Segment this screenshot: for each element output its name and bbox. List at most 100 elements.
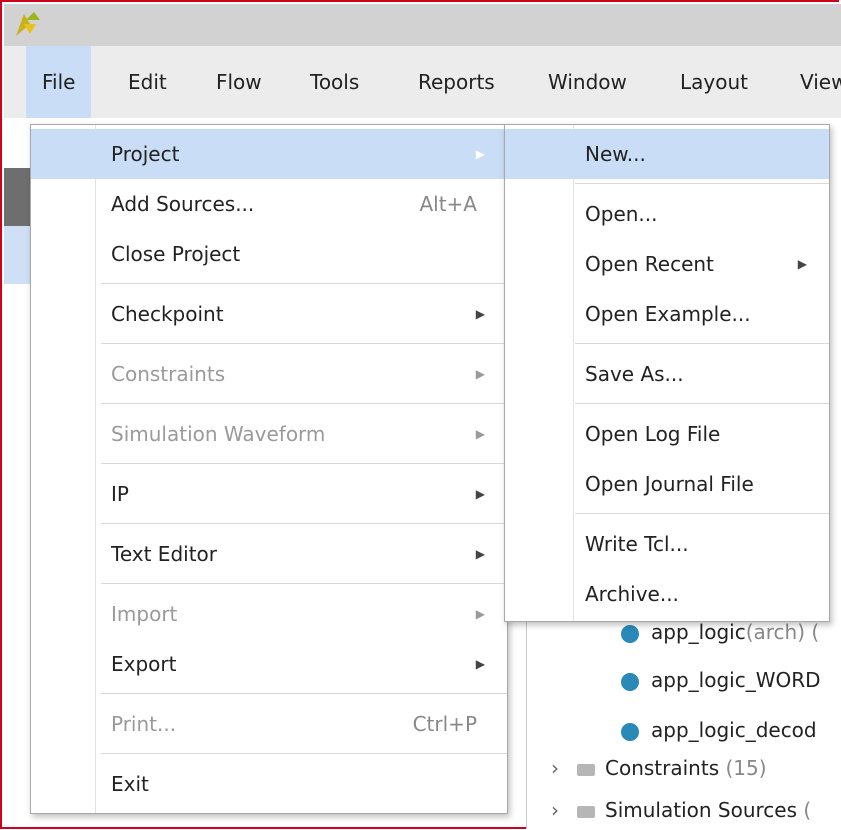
tree-row-simulation-sources[interactable]: › Simulation Sources ( [551, 790, 811, 830]
menu-view-label: View [800, 70, 841, 94]
menu-item-label: Write Tcl... [585, 532, 689, 556]
submenu-arrow-icon: ▶ [475, 367, 485, 381]
submenu-arrow-icon: ▶ [475, 657, 485, 671]
menu-item-project[interactable]: Project ▶ [31, 129, 507, 179]
menu-item-import[interactable]: Import ▶ [31, 589, 507, 639]
menu-item-save-as[interactable]: Save As... [505, 349, 829, 399]
menu-separator [575, 343, 829, 344]
menu-tools-label: Tools [310, 70, 360, 94]
menu-item-archive[interactable]: Archive... [505, 569, 829, 619]
menu-item-write-tcl[interactable]: Write Tcl... [505, 519, 829, 569]
menu-item-checkpoint[interactable]: Checkpoint ▶ [31, 289, 507, 339]
menu-separator [101, 753, 507, 754]
menu-separator [575, 403, 829, 404]
menu-item-open-journal-file[interactable]: Open Journal File [505, 459, 829, 509]
menu-item-label: New... [585, 142, 646, 166]
menu-item-label: Open Journal File [585, 472, 754, 496]
submenu-arrow-icon: ▶ [475, 427, 485, 441]
menu-window-label: Window [548, 70, 627, 94]
menu-item-export[interactable]: Export ▶ [31, 639, 507, 689]
menu-item-new[interactable]: New... [505, 129, 829, 179]
menu-separator [101, 343, 507, 344]
menu-separator [575, 183, 829, 184]
app-logo-icon [16, 12, 40, 36]
menu-tools[interactable]: Tools [294, 46, 375, 118]
menu-item-open-recent[interactable]: Open Recent ▶ [505, 239, 829, 289]
menu-item-label: Text Editor [111, 542, 217, 566]
menu-item-add-sources[interactable]: Add Sources... Alt+A [31, 179, 507, 229]
tree-row-name: app_logic [651, 620, 746, 644]
background-panel-header [4, 168, 32, 226]
menu-separator [101, 523, 507, 524]
menu-window[interactable]: Window [532, 46, 643, 118]
menu-file[interactable]: File [26, 46, 92, 118]
menu-item-open-log-file[interactable]: Open Log File [505, 409, 829, 459]
folder-icon [577, 763, 595, 776]
submenu-arrow-icon: ▶ [475, 547, 485, 561]
menu-item-label: Open Log File [585, 422, 721, 446]
menu-item-simulation-waveform[interactable]: Simulation Waveform ▶ [31, 409, 507, 459]
menu-separator [101, 403, 507, 404]
submenu-arrow-icon: ▶ [475, 487, 485, 501]
tree-row[interactable]: app_logic_WORD [621, 660, 821, 700]
tree-row-constraints[interactable]: › Constraints (15) [551, 748, 767, 788]
menu-item-label: IP [111, 482, 129, 506]
tree-row-name: Constraints [605, 756, 720, 780]
chevron-right-icon[interactable]: › [551, 790, 571, 830]
file-menu: Project ▶ Add Sources... Alt+A Close Pro… [30, 124, 508, 814]
menu-separator [575, 513, 829, 514]
menu-separator [101, 463, 507, 464]
menu-item-print[interactable]: Print... Ctrl+P [31, 699, 507, 749]
menu-item-ip[interactable]: IP ▶ [31, 469, 507, 519]
menu-item-label: Open... [585, 202, 658, 226]
menu-view[interactable]: View [784, 46, 841, 118]
title-bar [4, 4, 841, 46]
menu-item-open-example[interactable]: Open Example... [505, 289, 829, 339]
source-dot-icon [621, 624, 639, 643]
menu-item-label: Print... [111, 712, 177, 736]
menu-item-shortcut: Alt+A [419, 192, 477, 216]
menu-bar: File Edit Flow Tools Reports Window Layo… [4, 46, 841, 118]
menu-item-label: Checkpoint [111, 302, 224, 326]
menu-item-exit[interactable]: Exit [31, 759, 507, 809]
sources-tree-panel: app_logic(arch) ( app_logic_WORD app_log… [526, 620, 841, 829]
menu-item-label: Close Project [111, 242, 241, 266]
menu-item-open[interactable]: Open... [505, 189, 829, 239]
tree-row-name: app_logic_WORD [651, 668, 821, 692]
menu-item-label: Export [111, 652, 177, 676]
menu-flow[interactable]: Flow [200, 46, 278, 118]
folder-icon [577, 805, 595, 818]
tree-row[interactable]: app_logic_decod [621, 710, 817, 750]
menu-separator [101, 693, 507, 694]
menu-item-label: Import [111, 602, 178, 626]
source-dot-icon [621, 722, 639, 741]
menu-item-label: Open Recent [585, 252, 714, 276]
project-submenu: New... Open... Open Recent ▶ Open Exampl… [504, 124, 830, 622]
menu-flow-label: Flow [216, 70, 262, 94]
menu-layout-label: Layout [680, 70, 748, 94]
menu-separator [101, 283, 507, 284]
source-dot-icon [621, 672, 639, 691]
menu-reports[interactable]: Reports [402, 46, 511, 118]
chevron-right-icon[interactable]: › [551, 748, 571, 788]
menu-item-label: Simulation Waveform [111, 422, 326, 446]
tree-row-count: ( [803, 798, 812, 822]
menu-item-shortcut: Ctrl+P [412, 712, 477, 736]
menu-item-label: Constraints [111, 362, 226, 386]
menu-reports-label: Reports [418, 70, 495, 94]
background-panel-selection [4, 226, 32, 284]
menu-layout[interactable]: Layout [664, 46, 764, 118]
menu-file-label: File [42, 70, 76, 94]
menu-item-close-project[interactable]: Close Project [31, 229, 507, 279]
menu-item-label: Archive... [585, 582, 679, 606]
menu-item-label: Save As... [585, 362, 684, 386]
menu-item-constraints[interactable]: Constraints ▶ [31, 349, 507, 399]
menu-item-label: Exit [111, 772, 149, 796]
menu-item-label: Open Example... [585, 302, 751, 326]
menu-edit[interactable]: Edit [112, 46, 183, 118]
menu-item-text-editor[interactable]: Text Editor ▶ [31, 529, 507, 579]
menu-separator [101, 583, 507, 584]
submenu-arrow-icon: ▶ [797, 257, 807, 271]
submenu-arrow-icon: ▶ [475, 147, 485, 161]
menu-edit-label: Edit [128, 70, 167, 94]
